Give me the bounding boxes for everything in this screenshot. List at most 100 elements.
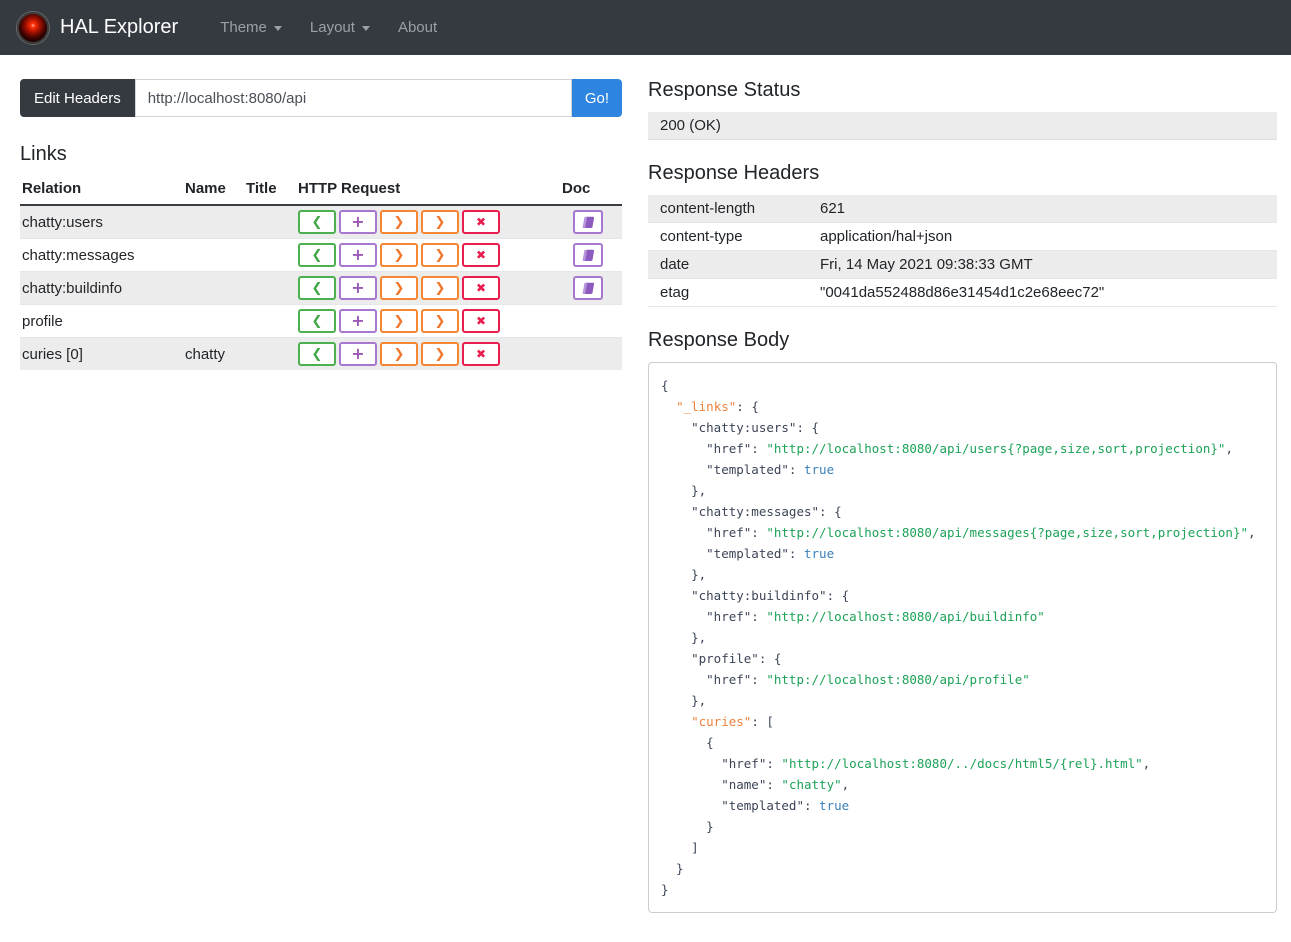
http-request-cell: ❮ + ❯ ❯ ✖ (296, 337, 560, 370)
doc-cell (560, 304, 622, 338)
nav-item-layout-label: Layout (309, 19, 355, 36)
response-header-row: date Fri, 14 May 2021 09:38:33 GMT (648, 250, 1277, 279)
links-table-row: chatty:buildinfo ❮ + ❯ ❯ ✖ (20, 271, 622, 305)
delete-request-button[interactable]: ✖ (462, 342, 500, 366)
json-token: }, (661, 630, 707, 645)
put-request-button[interactable]: ❯ (380, 309, 418, 333)
json-token: "http://localhost:8080/../docs/html5/{re… (781, 756, 1143, 771)
edit-headers-button[interactable]: Edit Headers (20, 79, 135, 117)
json-token: "templated": (661, 798, 820, 813)
json-token: "http://localhost:8080/api/buildinfo" (766, 609, 1045, 624)
json-token: true (804, 462, 835, 477)
http-request-cell: ❮ + ❯ ❯ ✖ (296, 271, 560, 305)
json-token: ] (661, 840, 699, 855)
http-request-buttons: ❮ + ❯ ❯ ✖ (298, 243, 552, 267)
json-token: } (661, 861, 684, 876)
get-request-button[interactable]: ❮ (298, 342, 336, 366)
patch-request-button[interactable]: ❯ (421, 276, 459, 300)
delete-request-button[interactable]: ✖ (462, 243, 500, 267)
column-header-http-request: HTTP Request (296, 174, 560, 206)
get-request-button[interactable]: ❮ (298, 276, 336, 300)
relation-cell: chatty:users (20, 204, 183, 239)
put-request-button[interactable]: ❯ (380, 342, 418, 366)
get-request-button[interactable]: ❮ (298, 309, 336, 333)
post-request-button[interactable]: + (339, 342, 377, 366)
doc-book-icon (582, 282, 594, 294)
nav-item-theme-label: Theme (220, 19, 267, 36)
name-cell (183, 204, 244, 239)
delete-request-button[interactable]: ✖ (462, 210, 500, 234)
name-cell (183, 238, 244, 272)
links-table: Relation Name Title HTTP Request Doc cha… (20, 174, 622, 370)
relation-cell: chatty:buildinfo (20, 271, 183, 305)
json-token: "href": (661, 441, 767, 456)
put-request-button[interactable]: ❯ (380, 276, 418, 300)
patch-request-button[interactable]: ❯ (421, 243, 459, 267)
response-header-name: content-length (660, 200, 756, 217)
relation-cell: chatty:messages (20, 238, 183, 272)
get-request-button[interactable]: ❮ (298, 210, 336, 234)
column-header-title: Title (244, 174, 296, 206)
go-button[interactable]: Go! (571, 79, 622, 117)
json-token: "href": (661, 756, 782, 771)
http-request-buttons: ❮ + ❯ ❯ ✖ (298, 342, 552, 366)
patch-request-button[interactable]: ❯ (421, 210, 459, 234)
patch-request-button[interactable]: ❯ (421, 342, 459, 366)
put-request-button[interactable]: ❯ (380, 243, 418, 267)
links-table-row: chatty:messages ❮ + ❯ ❯ ✖ (20, 238, 622, 272)
json-token: : { (736, 399, 759, 414)
title-cell (244, 304, 296, 338)
brand-link[interactable]: HAL Explorer (60, 16, 178, 39)
json-token: "chatty:users": { (661, 420, 820, 435)
json-token: "name": (661, 777, 782, 792)
nav-item-layout[interactable]: Layout (310, 19, 370, 36)
response-panel: Response Status 200 (OK) Response Header… (648, 79, 1277, 913)
response-header-name: etag (660, 284, 690, 301)
http-request-cell: ❮ + ❯ ❯ ✖ (296, 238, 560, 272)
json-token: "http://localhost:8080/api/users{?page,s… (766, 441, 1226, 456)
relation-cell: curies [0] (20, 337, 183, 370)
response-status-heading: Response Status (648, 79, 801, 101)
address-bar: Edit Headers Go! (20, 79, 622, 117)
doc-button[interactable] (573, 276, 603, 300)
post-request-button[interactable]: + (339, 276, 377, 300)
delete-request-button[interactable]: ✖ (462, 276, 500, 300)
patch-request-button[interactable]: ❯ (421, 309, 459, 333)
post-request-button[interactable]: + (339, 309, 377, 333)
json-token: }, (661, 483, 707, 498)
put-request-button[interactable]: ❯ (380, 210, 418, 234)
response-headers-table: content-length 621 content-type application… (648, 195, 1277, 307)
json-token: "chatty:buildinfo": { (661, 588, 850, 603)
response-header-row: content-type application/hal+json (648, 223, 1277, 251)
column-header-relation: Relation (20, 174, 183, 206)
nav-items: Theme Layout About (192, 19, 437, 36)
json-token: { (661, 735, 714, 750)
response-header-value: application/hal+json (820, 228, 953, 245)
json-token: true (819, 798, 850, 813)
json-token: , (1225, 441, 1233, 456)
json-token: "templated": (661, 462, 804, 477)
hal-eye-logo-icon (16, 10, 50, 45)
json-token: , (841, 777, 850, 792)
http-request-buttons: ❮ + ❯ ❯ ✖ (298, 210, 552, 234)
links-table-row: curies [0] chatty ❮ + ❯ ❯ ✖ (20, 337, 622, 370)
name-cell (183, 271, 244, 305)
url-input[interactable] (134, 79, 572, 117)
response-header-name: date (660, 256, 690, 273)
get-request-button[interactable]: ❮ (298, 243, 336, 267)
json-token: "http://localhost:8080/api/messages{?pag… (766, 525, 1248, 540)
doc-button[interactable] (573, 210, 603, 234)
post-request-button[interactable]: + (339, 210, 377, 234)
post-request-button[interactable]: + (339, 243, 377, 267)
response-header-row: content-length 621 (648, 195, 1277, 223)
json-token: "profile": { (661, 651, 782, 666)
response-headers-heading: Response Headers (648, 162, 820, 184)
delete-request-button[interactable]: ✖ (462, 309, 500, 333)
doc-button[interactable] (573, 243, 603, 267)
nav-item-about[interactable]: About (398, 19, 437, 36)
doc-cell (560, 271, 622, 305)
nav-item-theme[interactable]: Theme (220, 19, 282, 36)
json-token: }, (661, 693, 707, 708)
